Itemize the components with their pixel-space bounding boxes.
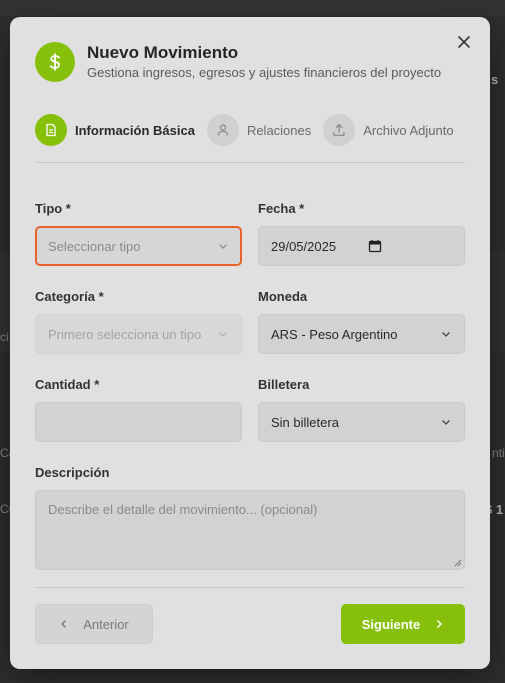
background-fragment: nti bbox=[492, 446, 505, 460]
moneda-value: ARS - Peso Argentino bbox=[271, 326, 398, 342]
cantidad-input[interactable] bbox=[35, 402, 242, 442]
step-label: Información Básica bbox=[75, 122, 195, 138]
descripcion-textarea[interactable]: Describe el detalle del movimiento... (o… bbox=[35, 490, 465, 570]
tipo-placeholder: Seleccionar tipo bbox=[48, 238, 141, 254]
next-button-label: Siguiente bbox=[361, 616, 421, 632]
billetera-field: Billetera Sin billetera bbox=[258, 377, 465, 442]
chevron-left-icon bbox=[61, 620, 67, 628]
dialog-title: Nuevo Movimiento bbox=[87, 43, 239, 62]
footer-divider bbox=[35, 587, 465, 588]
previous-button-label: Anterior bbox=[83, 616, 129, 632]
chevron-down-icon bbox=[442, 332, 450, 337]
document-icon bbox=[35, 114, 67, 146]
stepper: Información Básica Relaciones Archivo Ad… bbox=[35, 114, 466, 146]
dialog-subtitle: Gestiona ingresos, egresos y ajustes fin… bbox=[87, 65, 442, 80]
cantidad-field: Cantidad * bbox=[35, 377, 242, 442]
previous-button[interactable]: Anterior bbox=[35, 604, 153, 644]
next-button[interactable]: Siguiente bbox=[341, 604, 465, 644]
upload-icon bbox=[323, 114, 356, 146]
fecha-field: Fecha * 29/05/2025 bbox=[258, 201, 465, 266]
close-button[interactable] bbox=[454, 32, 474, 52]
billetera-label: Billetera bbox=[258, 377, 310, 392]
calendar-icon[interactable] bbox=[368, 239, 382, 253]
background-fragment: ci bbox=[0, 330, 9, 344]
categoria-field: Categoría * Primero selecciona un tipo bbox=[35, 289, 242, 354]
step-label: Archivo Adjunto bbox=[363, 122, 454, 138]
header-divider bbox=[35, 162, 465, 163]
new-movement-dialog: Nuevo Movimiento Gestiona ingresos, egre… bbox=[10, 17, 490, 669]
fecha-value: 29/05/2025 bbox=[271, 238, 337, 254]
moneda-field: Moneda ARS - Peso Argentino bbox=[258, 289, 465, 354]
dollar-sign-icon bbox=[35, 42, 75, 82]
fecha-input[interactable]: 29/05/2025 bbox=[258, 226, 465, 266]
chevron-down-icon bbox=[442, 420, 450, 425]
moneda-select[interactable]: ARS - Peso Argentino bbox=[258, 314, 465, 354]
billetera-value: Sin billetera bbox=[271, 414, 339, 430]
chevron-down-icon bbox=[219, 332, 227, 337]
moneda-label: Moneda bbox=[258, 289, 308, 304]
categoria-select[interactable]: Primero selecciona un tipo bbox=[35, 314, 242, 354]
resize-handle-icon[interactable] bbox=[454, 559, 462, 567]
tipo-select[interactable]: Seleccionar tipo bbox=[35, 226, 242, 266]
user-icon bbox=[206, 114, 239, 146]
step-archivo-adjunto[interactable]: Archivo Adjunto bbox=[323, 114, 454, 146]
billetera-select[interactable]: Sin billetera bbox=[258, 402, 465, 442]
categoria-label: Categoría * bbox=[35, 289, 104, 304]
step-informacion-basica[interactable]: Información Básica bbox=[35, 114, 195, 146]
cantidad-label: Cantidad * bbox=[35, 377, 100, 392]
categoria-placeholder: Primero selecciona un tipo bbox=[48, 326, 202, 342]
descripcion-placeholder: Describe el detalle del movimiento... (o… bbox=[48, 502, 318, 517]
fecha-label: Fecha * bbox=[258, 201, 305, 216]
background-header bbox=[0, 0, 505, 16]
descripcion-field: Descripción Describe el detalle del movi… bbox=[35, 465, 465, 570]
step-label: Relaciones bbox=[246, 122, 312, 138]
tipo-label: Tipo * bbox=[35, 201, 71, 216]
descripcion-label: Descripción bbox=[35, 465, 110, 480]
step-relaciones[interactable]: Relaciones bbox=[206, 114, 312, 146]
tipo-field: Tipo * Seleccionar tipo bbox=[35, 201, 242, 266]
background-fragment: s bbox=[491, 72, 499, 87]
chevron-down-icon bbox=[219, 244, 227, 249]
close-icon bbox=[458, 36, 470, 48]
chevron-right-icon bbox=[437, 619, 443, 629]
